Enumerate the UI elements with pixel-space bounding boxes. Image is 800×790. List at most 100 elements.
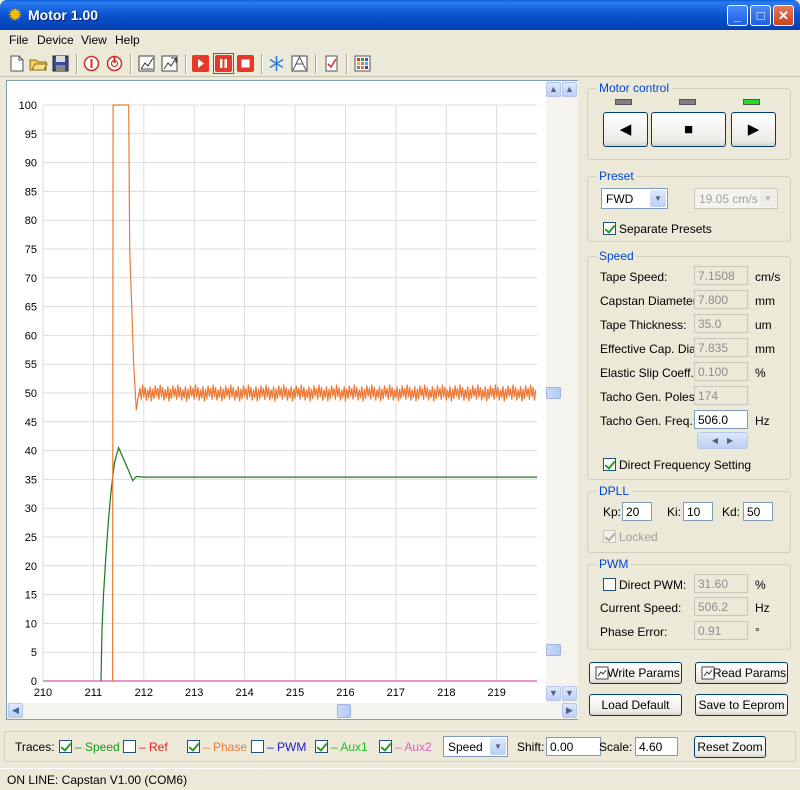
speed-row-unit: %	[755, 366, 766, 380]
status-bar: ON LINE: Capstan V1.00 (COM6)	[0, 768, 800, 790]
maximize-button[interactable]: □	[750, 5, 771, 26]
direct-pwm-unit: %	[755, 578, 766, 592]
kd-field[interactable]: 50	[743, 502, 773, 521]
x-tick-label: 210	[34, 687, 52, 699]
close-button[interactable]: ✕	[773, 5, 794, 26]
preset-title: Preset	[596, 169, 637, 183]
new-icon[interactable]	[7, 54, 26, 73]
snowflake-icon[interactable]	[267, 54, 286, 73]
forward-button[interactable]: ▶	[731, 112, 776, 147]
y-tick-label: 40	[25, 446, 37, 458]
write-params-button[interactable]: Write Params	[589, 662, 682, 684]
zoom-up-icon[interactable]: ▲	[562, 82, 577, 97]
y-tick-label: 15	[25, 590, 37, 602]
chart-icon[interactable]	[137, 54, 156, 73]
chart[interactable]: 0510152025303540455055606570758085909510…	[7, 81, 545, 703]
ki-field[interactable]: 10	[683, 502, 713, 521]
stop-icon[interactable]	[236, 54, 255, 73]
arrow-left-icon[interactable]: ◀	[712, 436, 718, 445]
reverse-button[interactable]: ◀	[603, 112, 648, 147]
led-forward	[743, 99, 760, 105]
arrow-right-icon[interactable]: ▶	[727, 436, 733, 445]
menu-file[interactable]: File	[9, 33, 28, 47]
y-zoom-scrollbar[interactable]: ▲ ▼	[562, 81, 578, 703]
frequency-spinner[interactable]: ◀ ▶	[697, 432, 748, 449]
minimize-button[interactable]: _	[727, 5, 748, 26]
stop-button[interactable]: ■	[651, 112, 726, 147]
y-tick-label: 50	[25, 388, 37, 400]
locked-label: Locked	[619, 530, 658, 544]
trace-checkbox[interactable]	[59, 740, 72, 753]
kp-field[interactable]: 20	[622, 502, 652, 521]
trace-checkbox[interactable]	[123, 740, 136, 753]
scale-field[interactable]: 4.60	[635, 737, 678, 756]
open-icon[interactable]	[29, 54, 48, 73]
speed-row-unit: cm/s	[755, 270, 781, 284]
x-tick-label: 217	[387, 687, 405, 699]
scroll-left-icon[interactable]: ◀	[8, 703, 23, 718]
direction-select[interactable]: FWD ▼	[601, 188, 668, 209]
status-text: ON LINE: Capstan V1.00 (COM6)	[7, 773, 188, 787]
separate-presets-checkbox[interactable]	[603, 222, 616, 235]
graph-icon[interactable]	[290, 54, 309, 73]
x-tick-label: 214	[235, 687, 253, 699]
direct-pwm-checkbox[interactable]	[603, 578, 616, 591]
trace-checkbox[interactable]	[187, 740, 200, 753]
menu-help[interactable]: Help	[115, 33, 140, 47]
reset-zoom-button[interactable]: Reset Zoom	[694, 736, 766, 758]
window-title: Motor 1.00	[28, 7, 99, 23]
check-document-icon[interactable]	[322, 54, 341, 73]
play-reverse-icon: ◀	[619, 121, 632, 138]
trace-label: – Phase	[203, 740, 248, 754]
speed-row-field[interactable]: 7.1508	[694, 266, 748, 285]
speed-row-field[interactable]: 35.0	[694, 314, 748, 333]
x-tick-label: 218	[437, 687, 455, 699]
speed-row-field[interactable]: 0.100	[694, 362, 748, 381]
trace-select[interactable]: Speed ▼	[443, 736, 508, 757]
direct-frequency-checkbox[interactable]	[603, 458, 616, 471]
scroll-down-icon[interactable]: ▼	[546, 686, 561, 701]
y-scroll-thumb-lower[interactable]	[546, 644, 561, 656]
y-tick-label: 5	[31, 647, 37, 659]
dpll-title: DPLL	[596, 484, 633, 498]
scroll-right-icon[interactable]: ▶	[562, 703, 577, 718]
chart-export-icon[interactable]	[160, 54, 179, 73]
traces-bar: Traces: – Speed – Ref – Phase – PWM – Aux1 – …	[4, 731, 796, 762]
direct-pwm-field[interactable]: 31.60	[694, 574, 748, 593]
menu-view[interactable]: View	[81, 33, 107, 47]
y-tick-label: 60	[25, 330, 37, 342]
write-icon	[595, 666, 609, 680]
connect-icon[interactable]	[82, 54, 101, 73]
trace-checkbox[interactable]	[379, 740, 392, 753]
shift-label: Shift:	[517, 740, 545, 754]
scroll-up-icon[interactable]: ▲	[546, 82, 561, 97]
save-icon[interactable]	[51, 54, 70, 73]
direct-pwm-label: Direct PWM:	[619, 578, 687, 592]
speed-row-field[interactable]: 7.800	[694, 290, 748, 309]
speed-row-unit: um	[755, 318, 772, 332]
menu-device[interactable]: Device	[37, 33, 74, 47]
speed-row-field[interactable]: 506.0	[694, 410, 748, 429]
trace-checkbox[interactable]	[315, 740, 328, 753]
read-params-button[interactable]: Read Params	[695, 662, 788, 684]
run-icon[interactable]	[191, 54, 210, 73]
direct-frequency-label: Direct Frequency Setting	[619, 458, 752, 472]
disconnect-icon[interactable]	[105, 54, 124, 73]
save-eeprom-button[interactable]: Save to Eeprom	[695, 694, 788, 716]
trace-checkbox[interactable]	[251, 740, 264, 753]
x-tick-label: 216	[336, 687, 354, 699]
shift-field[interactable]: 0.00	[546, 737, 601, 756]
phase-error-field: 0.91	[694, 621, 748, 640]
y-tick-label: 80	[25, 215, 37, 227]
speed-row-field[interactable]: 174	[694, 386, 748, 405]
pause-icon[interactable]	[213, 53, 234, 74]
palette-icon[interactable]	[353, 54, 372, 73]
y-scroll-thumb[interactable]	[546, 387, 561, 399]
load-default-button[interactable]: Load Default	[589, 694, 682, 716]
speed-preset-select[interactable]: 19.05 cm/s ▼	[694, 188, 778, 209]
x-scrollbar[interactable]: ◀ ▶	[7, 703, 578, 719]
y-scrollbar[interactable]: ▲ ▼	[546, 81, 562, 703]
zoom-down-icon[interactable]: ▼	[562, 686, 577, 701]
speed-row-field[interactable]: 7.835	[694, 338, 748, 357]
x-scroll-thumb[interactable]	[337, 704, 351, 718]
